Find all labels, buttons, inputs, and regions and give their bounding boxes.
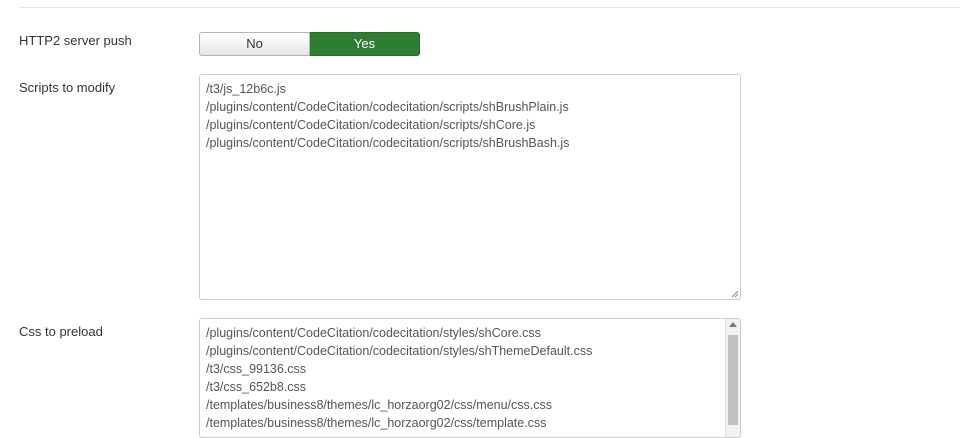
css-line: /plugins/content/CodeCitation/codecitati…: [206, 326, 541, 340]
css-preload-scrollbar[interactable]: [725, 319, 740, 437]
http2-push-toggle: No Yes: [199, 32, 420, 56]
css-line: /plugins/content/CodeCitation/codecitati…: [206, 344, 593, 358]
scripts-to-modify-textarea[interactable]: /t3/js_12b6c.js /plugins/content/CodeCit…: [199, 74, 741, 300]
css-preload-label: Css to preload: [19, 324, 103, 339]
scripts-line: /plugins/content/CodeCitation/codecitati…: [206, 136, 570, 150]
http2-push-label: HTTP2 server push: [19, 33, 132, 48]
scripts-line: /t3/js_12b6c.js: [206, 82, 286, 96]
scripts-line: /plugins/content/CodeCitation/codecitati…: [206, 118, 536, 132]
scripts-line: /plugins/content/CodeCitation/codecitati…: [206, 100, 569, 114]
scripts-to-modify-label: Scripts to modify: [19, 80, 116, 95]
section-divider: [19, 7, 960, 8]
scrollbar-thumb[interactable]: [728, 335, 738, 425]
css-line: /templates/business8/themes/lc_horzaorg0…: [206, 416, 547, 430]
css-line: /templates/business8/themes/lc_horzaorg0…: [206, 398, 552, 412]
css-line: /t3/css_652b8.css: [206, 380, 307, 394]
scroll-up-arrow-icon[interactable]: [729, 322, 737, 327]
resize-handle-icon[interactable]: [731, 290, 739, 298]
http2-push-yes-option[interactable]: Yes: [310, 32, 420, 56]
css-line: /t3/css_99136.css: [206, 362, 307, 376]
http2-push-no-option[interactable]: No: [199, 32, 310, 56]
css-preload-textarea[interactable]: /plugins/content/CodeCitation/codecitati…: [199, 318, 741, 438]
